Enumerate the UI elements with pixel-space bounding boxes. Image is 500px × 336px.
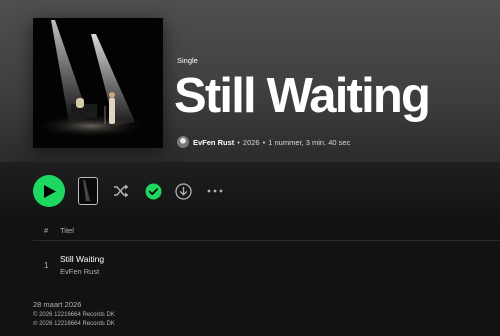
album-cover-art <box>33 18 163 148</box>
track-row[interactable]: 1 Still Waiting EvFen Rust <box>33 251 500 279</box>
download-icon <box>174 182 192 200</box>
album-cover <box>33 18 163 148</box>
track-info: Still Waiting EvFen Rust <box>60 254 104 276</box>
phonographic-copyright-line: ℗ 2026 12216664 Records DK <box>33 321 115 327</box>
meta-separator: • <box>262 137 266 147</box>
release-type: Single <box>177 56 198 65</box>
action-bar <box>0 174 500 208</box>
download-button[interactable] <box>173 181 193 201</box>
track-title[interactable]: Still Waiting <box>60 254 104 264</box>
release-date: 28 maart 2026 <box>33 300 82 309</box>
track-summary: 1 nummer, 3 min. 40 sec <box>268 137 351 147</box>
column-number: # <box>44 225 49 235</box>
header-divider <box>33 240 500 241</box>
canvas-preview-icon <box>83 180 90 201</box>
saved-button[interactable] <box>143 181 163 201</box>
play-button[interactable] <box>33 175 65 207</box>
more-options-button[interactable] <box>205 181 225 201</box>
shuffle-icon <box>114 184 129 198</box>
release-year: 2026 <box>242 137 260 147</box>
more-icon <box>207 189 223 193</box>
copyright-line: © 2026 12216664 Records DK <box>33 312 115 318</box>
artist-link[interactable]: EvFen Rust <box>193 138 234 147</box>
album-title: Still Waiting <box>174 69 431 123</box>
column-title[interactable]: Titel <box>60 226 74 235</box>
artist-avatar[interactable] <box>177 136 189 148</box>
play-icon <box>44 184 56 198</box>
album-header: Single Still Waiting EvFen Rust • 2026 •… <box>0 0 500 162</box>
album-meta: EvFen Rust • 2026 • 1 nummer, 3 min. 40 … <box>177 135 350 149</box>
meta-separator: • <box>237 137 240 147</box>
check-circle-icon <box>145 183 161 199</box>
shuffle-button[interactable] <box>111 181 131 201</box>
track-artist[interactable]: EvFen Rust <box>60 267 104 276</box>
canvas-preview-button[interactable] <box>78 177 98 205</box>
tracklist-header: # Titel <box>33 221 500 239</box>
track-number: 1 <box>44 260 49 270</box>
